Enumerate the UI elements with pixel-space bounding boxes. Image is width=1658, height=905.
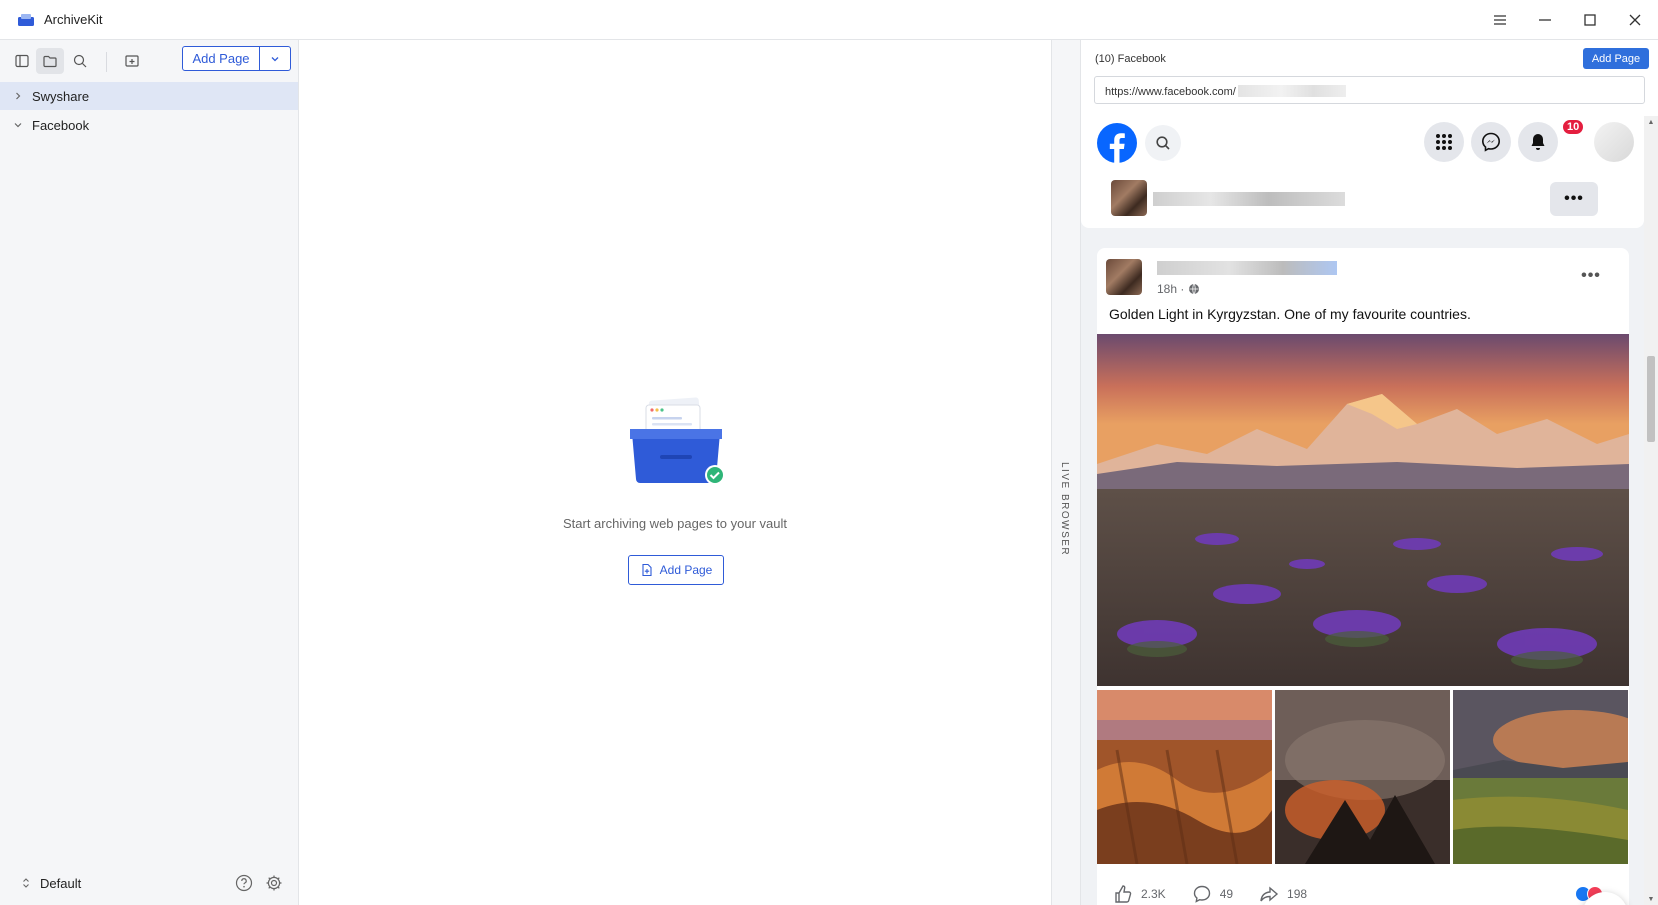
sidebar: Add Page Swyshare Facebook Default [0,40,299,905]
close-icon [1629,14,1641,26]
folder-plus-icon [125,55,139,67]
folder-view-button[interactable] [36,48,64,74]
browser-add-page-button[interactable]: Add Page [1583,48,1649,69]
share-icon [1260,886,1279,902]
post-timestamp: 18h · [1157,282,1200,296]
search-icon [1156,136,1170,150]
main-content: Start archiving web pages to your vault … [299,40,1051,905]
app-logo-icon [18,14,34,26]
comment-count: 49 [1219,887,1234,901]
settings-button[interactable] [264,873,284,893]
facebook-notifications-button[interactable] [1518,122,1558,162]
folder-icon [43,55,57,68]
live-browser-rail[interactable]: LIVE BROWSER [1051,40,1081,905]
post-text: Golden Light in Kyrgyzstan. One of my fa… [1109,306,1471,322]
blurred-name [1153,192,1345,206]
post-photo-thumb-1[interactable] [1097,690,1272,864]
like-count: 2.3K [1141,887,1166,901]
chevron-down-icon[interactable] [12,119,24,131]
notification-badge: 10 [1561,118,1586,136]
archive-box-illustration [630,397,725,485]
search-button[interactable] [66,48,94,74]
maximize-icon [1584,14,1596,26]
add-page-split-button: Add Page [182,46,291,71]
facebook-search-button[interactable] [1145,125,1181,161]
tree-item-label: Swyshare [32,88,90,104]
search-icon [73,54,87,68]
facebook-page: 10 ••• 18h · ••• Golden Light in Kyrgyzs… [1081,116,1644,905]
sidebar-footer: Default [0,861,298,905]
new-folder-button[interactable] [118,48,146,74]
title-bar: ArchiveKit [0,0,1658,40]
profile-more-button[interactable]: ••• [1550,182,1598,216]
like-button[interactable]: 2.3K [1113,884,1166,904]
bell-icon [1531,134,1545,150]
tree-item-facebook[interactable]: Facebook [0,111,298,139]
live-browser-panel: (10) Facebook Add Page https://www.faceb… [1081,40,1658,905]
chevron-up-down-icon [23,878,29,888]
browser-scrollbar[interactable]: ▲ ▼ [1644,116,1658,905]
chevron-right-icon[interactable] [12,90,24,102]
grid-menu-icon [1436,134,1452,150]
share-button[interactable]: 198 [1259,884,1307,904]
like-icon [1115,885,1132,903]
facebook-navbar: 10 [1081,116,1644,170]
toolbar-divider [106,52,107,72]
facebook-menu-button[interactable] [1424,122,1464,162]
close-button[interactable] [1620,8,1650,32]
vault-name: Default [40,875,82,891]
browser-url-text: https://www.facebook.com/ [1105,86,1236,98]
messenger-icon [1481,132,1501,152]
menu-button[interactable] [1485,8,1515,32]
sidebar-toggle-button[interactable] [8,48,36,74]
facebook-messenger-button[interactable] [1471,122,1511,162]
post-reactions-bar: 2.3K 49 198 [1097,874,1629,905]
post-photo-main[interactable] [1097,334,1629,686]
vault-switcher[interactable]: Default [20,876,81,891]
browser-tab-title: (10) Facebook [1095,53,1166,65]
empty-state-button-label: Add Page [659,563,713,577]
add-page-dropdown-button[interactable] [260,47,290,70]
minimize-button[interactable] [1530,8,1560,32]
post-photo-thumb-2[interactable] [1275,690,1450,864]
facebook-profile-card: ••• [1081,170,1644,228]
post-author-avatar[interactable] [1106,259,1142,295]
post-author-name-blurred[interactable] [1157,261,1337,275]
comment-icon [1193,885,1210,903]
scroll-down-arrow-icon[interactable]: ▼ [1647,895,1655,903]
scrollbar-thumb[interactable] [1647,356,1655,442]
share-count: 198 [1287,887,1308,901]
post-time-text: 18h · [1157,282,1185,296]
url-redacted-blur [1237,85,1346,97]
minimize-icon [1539,19,1551,21]
app-title: ArchiveKit [44,12,103,27]
globe-icon [1189,283,1200,295]
facebook-logo-icon[interactable] [1096,122,1138,164]
sidebar-toggle-icon [15,54,29,68]
tree-item-swyshare[interactable]: Swyshare [0,82,298,110]
hamburger-icon [1494,15,1506,25]
empty-state-add-page-button[interactable]: Add Page [628,555,724,585]
gear-icon [266,875,282,891]
maximize-button[interactable] [1575,8,1605,32]
empty-state-message: Start archiving web pages to your vault [562,516,787,531]
facebook-profile-avatar[interactable] [1594,122,1634,162]
facebook-post: 18h · ••• Golden Light in Kyrgyzstan. On… [1097,248,1629,905]
file-plus-icon [642,563,652,577]
help-button[interactable] [234,873,254,893]
blurred-avatar [1111,180,1147,216]
scroll-up-arrow-icon[interactable]: ▲ [1647,118,1655,126]
browser-header: (10) Facebook Add Page https://www.faceb… [1081,40,1658,116]
browser-url-bar[interactable]: https://www.facebook.com/ [1094,76,1645,104]
live-browser-label: LIVE BROWSER [1059,462,1070,557]
chevron-down-icon [271,56,279,61]
post-photo-thumb-3[interactable] [1453,690,1628,864]
comment-button[interactable]: 49 [1192,884,1233,904]
tree-item-label: Facebook [32,117,90,133]
add-page-button[interactable]: Add Page [183,47,260,70]
help-icon [235,874,253,892]
post-more-button[interactable]: ••• [1579,264,1603,288]
